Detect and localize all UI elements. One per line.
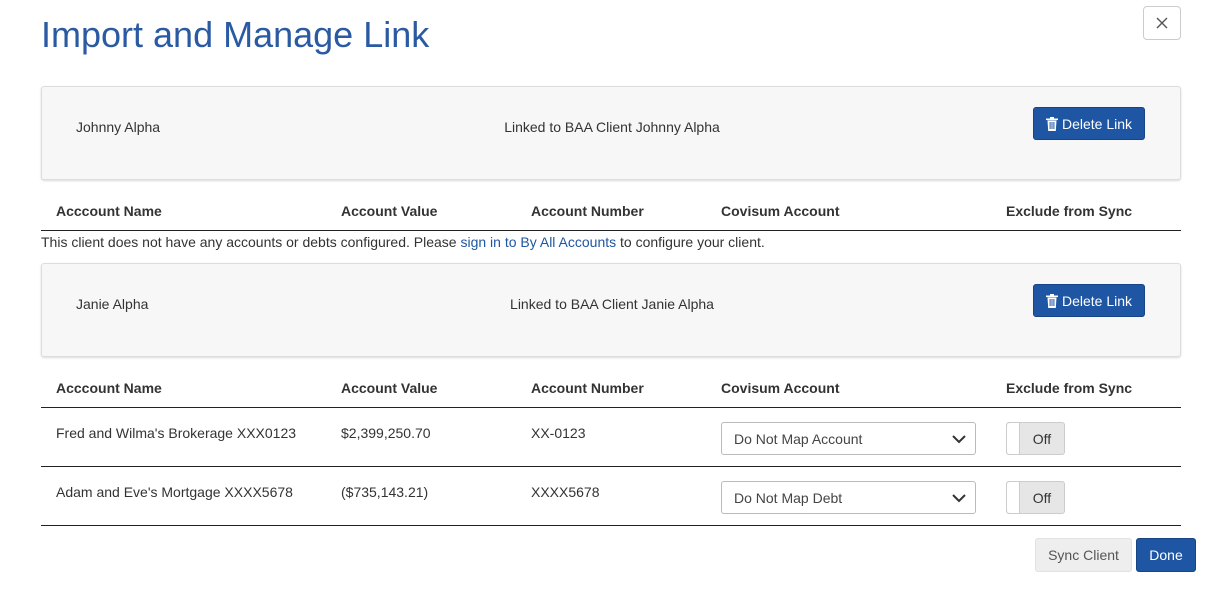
chevron-down-icon (952, 494, 966, 503)
close-button[interactable] (1143, 6, 1181, 40)
header-account-name: Acccount Name (56, 203, 162, 219)
toggle-knob (1007, 482, 1020, 513)
delete-link-button[interactable]: Delete Link (1033, 107, 1145, 140)
modal-title: Import and Manage Link (41, 14, 430, 55)
linked-status-text: Linked to BAA Client Janie Alpha (510, 296, 714, 312)
toggle-knob (1007, 423, 1020, 454)
covisum-account-select[interactable]: Do Not Map Account (721, 422, 976, 455)
link-panel-johnny: Johnny Alpha Linked to BAA Client Johnny… (41, 86, 1181, 180)
toggle-label: Off (1032, 490, 1052, 506)
header-exclude-from-sync: Exclude from Sync (1006, 203, 1133, 219)
chevron-down-icon (952, 435, 966, 444)
table-row: Adam and Eve's Mortgage XXXX5678 ($735,1… (41, 467, 1181, 526)
header-account-value: Account Value (341, 380, 438, 396)
accounts-table-header: Acccount Name Account Value Account Numb… (41, 196, 1181, 231)
select-value: Do Not Map Account (734, 430, 863, 447)
header-account-number: Account Number (531, 380, 644, 396)
delete-link-label: Delete Link (1061, 115, 1133, 132)
link-panel-janie: Janie Alpha Linked to BAA Client Janie A… (41, 263, 1181, 357)
done-button[interactable]: Done (1136, 538, 1196, 572)
empty-message-suffix: to configure your client. (616, 234, 765, 250)
header-account-number: Account Number (531, 203, 644, 219)
delete-link-label: Delete Link (1061, 292, 1133, 309)
linked-status-text: Linked to BAA Client Johnny Alpha (504, 119, 720, 135)
header-account-value: Account Value (341, 203, 438, 219)
accounts-table-header: Acccount Name Account Value Account Numb… (41, 373, 1181, 408)
trash-icon (1045, 293, 1058, 308)
no-accounts-message: This client does not have any accounts o… (41, 234, 765, 250)
select-value: Do Not Map Debt (734, 489, 843, 506)
account-value-cell: ($735,143.21) (341, 484, 429, 500)
empty-message-text: This client does not have any accounts o… (41, 234, 461, 250)
sync-client-button[interactable]: Sync Client (1035, 538, 1132, 572)
toggle-label: Off (1032, 431, 1052, 447)
sign-in-link[interactable]: sign in to By All Accounts (460, 234, 616, 250)
close-icon (1156, 17, 1168, 29)
account-value-cell: $2,399,250.70 (341, 425, 431, 441)
account-name-cell: Adam and Eve's Mortgage XXXX5678 (56, 484, 293, 500)
covisum-account-select[interactable]: Do Not Map Debt (721, 481, 976, 514)
exclude-sync-toggle[interactable]: Off (1006, 422, 1065, 455)
account-number-cell: XX-0123 (531, 425, 586, 441)
account-number-cell: XXXX5678 (531, 484, 600, 500)
account-name-cell: Fred and Wilma's Brokerage XXX0123 (56, 425, 297, 441)
trash-icon (1045, 116, 1058, 131)
header-covisum-account: Covisum Account (721, 380, 840, 396)
table-row: Fred and Wilma's Brokerage XXX0123 $2,39… (41, 408, 1181, 467)
delete-link-button[interactable]: Delete Link (1033, 284, 1145, 317)
header-account-name: Acccount Name (56, 380, 162, 396)
header-exclude-from-sync: Exclude from Sync (1006, 380, 1133, 396)
header-covisum-account: Covisum Account (721, 203, 840, 219)
exclude-sync-toggle[interactable]: Off (1006, 481, 1065, 514)
